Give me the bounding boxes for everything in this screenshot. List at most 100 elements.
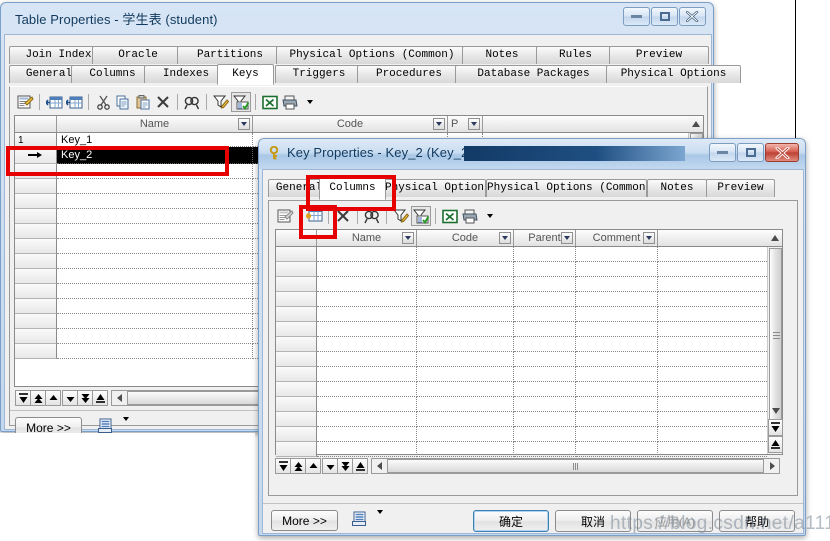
- table-cell[interactable]: [317, 412, 417, 427]
- row-header[interactable]: [15, 344, 57, 359]
- kp-report-icon[interactable]: [352, 511, 367, 530]
- kp-nav-first-icon[interactable]: [275, 458, 291, 474]
- table-cell-filler[interactable]: [658, 247, 767, 262]
- nav-prev-page-icon[interactable]: [30, 390, 46, 406]
- kp-parent-filter-dropdown[interactable]: [561, 232, 573, 244]
- tab-database-packages[interactable]: Database Packages: [455, 65, 612, 83]
- table-cell-filler[interactable]: [658, 352, 767, 367]
- table-cell[interactable]: [417, 262, 514, 277]
- tab-physical-options-common[interactable]: Physical Options (Common): [276, 46, 468, 64]
- table-cell[interactable]: [417, 352, 514, 367]
- maximize-button-2[interactable]: [737, 143, 764, 162]
- table-cell[interactable]: [57, 224, 253, 239]
- kp-footer-dropdown-icon[interactable]: [377, 509, 383, 528]
- table-cell[interactable]: [514, 322, 576, 337]
- table-cell-filler[interactable]: [658, 292, 767, 307]
- table-row[interactable]: [276, 412, 782, 427]
- nav-last-icon[interactable]: [92, 390, 108, 406]
- table-row[interactable]: [276, 382, 782, 397]
- tab-notes[interactable]: Notes: [462, 46, 542, 64]
- table-row[interactable]: [276, 337, 782, 352]
- row-header[interactable]: 1: [15, 133, 57, 147]
- table-cell[interactable]: [317, 382, 417, 397]
- table-cell[interactable]: [57, 209, 253, 224]
- table-cell[interactable]: [514, 367, 576, 382]
- tab-preview[interactable]: Preview: [609, 46, 709, 64]
- table-cell-filler[interactable]: [658, 427, 767, 442]
- row-header[interactable]: [15, 164, 57, 179]
- columns-grid-vscroll-thumb[interactable]: [769, 248, 782, 423]
- table-cell[interactable]: [417, 337, 514, 352]
- p-filter-dropdown[interactable]: [468, 118, 480, 130]
- row-header[interactable]: [15, 194, 57, 209]
- table-cell[interactable]: [57, 179, 253, 194]
- tab-triggers[interactable]: Triggers: [275, 65, 363, 83]
- table-cell[interactable]: [514, 412, 576, 427]
- table-cell[interactable]: [417, 292, 514, 307]
- table-cell[interactable]: [317, 427, 417, 442]
- kp-filter-icon[interactable]: [391, 206, 411, 226]
- table-cell[interactable]: [417, 322, 514, 337]
- table-cell[interactable]: [317, 397, 417, 412]
- table-cell[interactable]: [514, 427, 576, 442]
- table-cell[interactable]: [317, 322, 417, 337]
- table-cell[interactable]: [317, 442, 417, 457]
- kp-tab-notes[interactable]: Notes: [647, 179, 707, 197]
- tab-indexes[interactable]: Indexes: [144, 65, 228, 83]
- kp-scroll-down-icon[interactable]: [769, 403, 782, 418]
- cancel-button[interactable]: 取消: [555, 510, 631, 532]
- tab-physical-options[interactable]: Physical Options: [606, 65, 741, 83]
- table-cell[interactable]: [57, 164, 253, 179]
- columns-grid-hscrollbar[interactable]: [371, 458, 780, 474]
- kp-nav-prev-icon[interactable]: [305, 458, 321, 474]
- row-header[interactable]: [15, 179, 57, 194]
- table-cell[interactable]: [417, 277, 514, 292]
- nav-first-icon[interactable]: [15, 390, 31, 406]
- table-cell[interactable]: [576, 277, 658, 292]
- help-button[interactable]: 帮助: [719, 510, 795, 532]
- kp-scroll-bottom-button[interactable]: [768, 436, 783, 453]
- table-cell[interactable]: [514, 247, 576, 262]
- table-cell[interactable]: [57, 314, 253, 329]
- row-header[interactable]: [276, 337, 317, 352]
- row-header[interactable]: [276, 412, 317, 427]
- table-cell[interactable]: [417, 382, 514, 397]
- table-cell-filler[interactable]: [658, 367, 767, 382]
- kp-tab-physical-options-common[interactable]: Physical Options (Common): [486, 179, 647, 197]
- row-header[interactable]: [15, 314, 57, 329]
- kp-hscroll-left-arrow[interactable]: [372, 459, 387, 473]
- table-cell[interactable]: [57, 329, 253, 344]
- table-cell[interactable]: [417, 247, 514, 262]
- kp-tab-columns[interactable]: Columns: [319, 177, 386, 200]
- kp-hscroll-right-arrow[interactable]: [764, 459, 779, 473]
- nav-prev-icon[interactable]: [45, 390, 61, 406]
- table-cell[interactable]: [514, 262, 576, 277]
- row-header[interactable]: [276, 262, 317, 277]
- table-cell-filler[interactable]: [658, 412, 767, 427]
- table-row[interactable]: [276, 262, 782, 277]
- filter-icon[interactable]: [211, 92, 231, 112]
- minimize-button-2[interactable]: [709, 143, 736, 162]
- export-excel-icon[interactable]: [260, 92, 280, 112]
- table-cell[interactable]: [514, 352, 576, 367]
- kp-more-button[interactable]: More >>: [271, 510, 338, 531]
- copy-icon[interactable]: [113, 92, 133, 112]
- table-cell[interactable]: [317, 247, 417, 262]
- table-cell[interactable]: Key_2: [57, 147, 253, 164]
- table-cell[interactable]: [576, 427, 658, 442]
- kp-print-icon[interactable]: [460, 206, 480, 226]
- table-cell[interactable]: [576, 382, 658, 397]
- add-row-icon[interactable]: [64, 92, 84, 112]
- table-cell[interactable]: [417, 367, 514, 382]
- table-cell[interactable]: [57, 284, 253, 299]
- table-cell-filler[interactable]: [658, 307, 767, 322]
- row-header[interactable]: [15, 239, 57, 254]
- row-header[interactable]: [276, 442, 317, 457]
- row-header[interactable]: [15, 209, 57, 224]
- table-row[interactable]: [276, 397, 782, 412]
- table-cell[interactable]: [576, 352, 658, 367]
- close-button[interactable]: [679, 7, 706, 26]
- table-row[interactable]: [276, 307, 782, 322]
- ok-button[interactable]: 确定: [473, 510, 549, 532]
- maximize-button[interactable]: [651, 7, 678, 26]
